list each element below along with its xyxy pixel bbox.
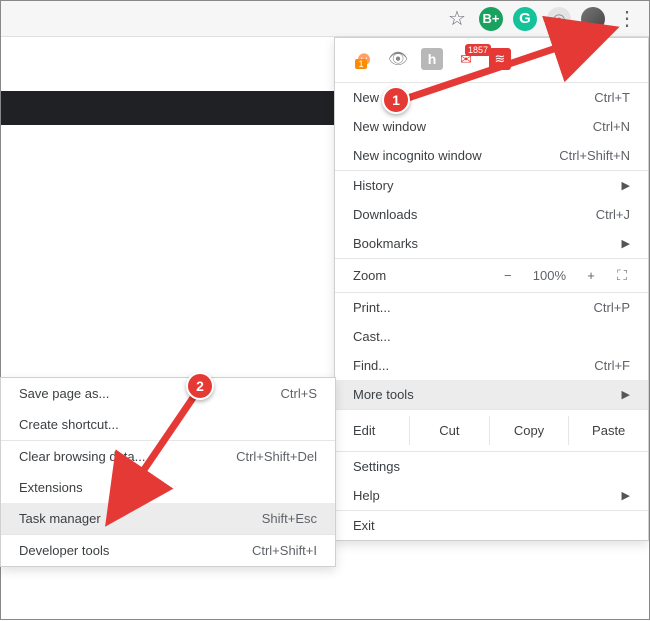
menu-bookmarks[interactable]: Bookmarks ▶ — [335, 229, 648, 258]
chrome-menu: ☻1 👁 h ✉1857 ≋ New tab Ctrl+T New window… — [334, 37, 649, 541]
menu-help[interactable]: Help ▶ — [335, 481, 648, 510]
submenu-extensions[interactable]: Extensions — [1, 472, 335, 503]
grammarly-extension-icon[interactable]: G — [513, 7, 537, 31]
menu-label: New tab — [353, 90, 401, 105]
menu-new-tab[interactable]: New tab Ctrl+T — [335, 83, 648, 112]
menu-label: Help — [353, 488, 380, 503]
menu-settings[interactable]: Settings — [335, 452, 648, 481]
submenu-arrow-icon: ▶ — [622, 489, 630, 502]
menu-shortcut: Ctrl+Shift+N — [559, 148, 630, 163]
menu-zoom: Zoom − 100% + ⛶ — [335, 259, 648, 292]
submenu-dev-tools[interactable]: Developer tools Ctrl+Shift+I — [1, 535, 335, 566]
menu-find[interactable]: Find... Ctrl+F — [335, 351, 648, 380]
gmail-icon[interactable]: ✉1857 — [455, 48, 477, 70]
submenu-label: Developer tools — [19, 543, 109, 558]
menu-shortcut: Ctrl+T — [594, 90, 630, 105]
fullscreen-icon[interactable]: ⛶ — [616, 267, 630, 284]
menu-shortcut: Ctrl+N — [593, 119, 630, 134]
zoom-in-button[interactable]: + — [584, 268, 598, 283]
menu-label: History — [353, 178, 393, 193]
menu-label: Cast... — [353, 329, 391, 344]
menu-shortcut: Ctrl+F — [594, 358, 630, 373]
menu-label: Downloads — [353, 207, 417, 222]
menu-label: Exit — [353, 518, 375, 533]
privacy-eye-icon[interactable]: 👁 — [387, 48, 409, 70]
submenu-arrow-icon: ▶ — [622, 179, 630, 192]
edit-cut-button[interactable]: Cut — [410, 416, 490, 445]
menu-label: New window — [353, 119, 426, 134]
menu-cast[interactable]: Cast... — [335, 322, 648, 351]
submenu-create-shortcut[interactable]: Create shortcut... — [1, 409, 335, 440]
star-icon[interactable]: ☆ — [445, 7, 469, 31]
submenu-label: Clear browsing data... — [19, 449, 145, 464]
profile-avatar[interactable] — [581, 7, 605, 31]
menu-print[interactable]: Print... Ctrl+P — [335, 293, 648, 322]
menu-label: New incognito window — [353, 148, 482, 163]
zoom-label: Zoom — [353, 268, 386, 283]
gmail-badge: 1857 — [465, 44, 491, 56]
menu-shortcut: Ctrl+J — [596, 207, 630, 222]
rss-icon[interactable]: ≋ — [489, 48, 511, 70]
menu-incognito[interactable]: New incognito window Ctrl+Shift+N — [335, 141, 648, 170]
menu-label: Settings — [353, 459, 400, 474]
submenu-label: Extensions — [19, 480, 83, 495]
chrome-menu-button[interactable]: ⋮ — [615, 7, 639, 31]
submenu-arrow-icon: ▶ — [622, 237, 630, 250]
menu-label: Bookmarks — [353, 236, 418, 251]
page-dark-band — [1, 91, 336, 125]
submenu-label: Task manager — [19, 511, 101, 526]
ghostery-icon[interactable]: ☻1 — [353, 48, 375, 70]
more-tools-submenu: Save page as... Ctrl+S Create shortcut..… — [0, 377, 336, 567]
submenu-shortcut: Ctrl+S — [281, 386, 317, 401]
extension-shelf: ☻1 👁 h ✉1857 ≋ — [335, 38, 648, 83]
zoom-value: 100% — [533, 268, 566, 283]
menu-label: More tools — [353, 387, 414, 402]
zoom-out-button[interactable]: − — [501, 268, 515, 283]
submenu-shortcut: Ctrl+Shift+Del — [236, 449, 317, 464]
menu-exit[interactable]: Exit — [335, 511, 648, 540]
submenu-arrow-icon: ▶ — [622, 388, 630, 401]
submenu-label: Save page as... — [19, 386, 109, 401]
extension-icon[interactable]: ◎ — [547, 7, 571, 31]
edit-paste-button[interactable]: Paste — [569, 416, 648, 445]
menu-edit-row: Edit Cut Copy Paste — [335, 410, 648, 451]
menu-history[interactable]: History ▶ — [335, 171, 648, 200]
menu-downloads[interactable]: Downloads Ctrl+J — [335, 200, 648, 229]
submenu-shortcut: Shift+Esc — [262, 511, 317, 526]
edit-copy-button[interactable]: Copy — [490, 416, 570, 445]
submenu-clear-data[interactable]: Clear browsing data... Ctrl+Shift+Del — [1, 441, 335, 472]
menu-more-tools[interactable]: More tools ▶ — [335, 380, 648, 409]
menu-label: Print... — [353, 300, 391, 315]
menu-new-window[interactable]: New window Ctrl+N — [335, 112, 648, 141]
h-extension-icon[interactable]: h — [421, 48, 443, 70]
bplus-extension-icon[interactable]: B+ — [479, 7, 503, 31]
edit-label: Edit — [353, 423, 409, 438]
submenu-save-page[interactable]: Save page as... Ctrl+S — [1, 378, 335, 409]
submenu-label: Create shortcut... — [19, 417, 119, 432]
submenu-task-manager[interactable]: Task manager Shift+Esc — [1, 503, 335, 534]
browser-toolbar: ☆ B+ G ◎ ⋮ — [1, 1, 649, 37]
submenu-shortcut: Ctrl+Shift+I — [252, 543, 317, 558]
menu-label: Find... — [353, 358, 389, 373]
menu-shortcut: Ctrl+P — [594, 300, 630, 315]
